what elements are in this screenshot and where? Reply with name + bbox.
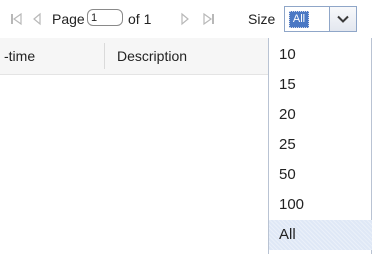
column-divider[interactable] [104,43,105,69]
column-header-time[interactable]: -time [4,38,35,74]
column-header-description[interactable]: Description [117,38,187,74]
previous-page-button[interactable] [29,9,45,29]
size-option-100[interactable]: 100 [269,190,372,220]
size-option-10[interactable]: 10 [269,40,372,70]
page-count-label: of 1 [128,11,152,27]
size-option-25[interactable]: 25 [269,130,372,160]
next-page-icon [181,12,189,26]
page-size-dropdown-list: 10 15 20 25 50 100 All [268,38,372,254]
next-page-button[interactable] [177,9,193,29]
chevron-down-icon [337,15,349,23]
size-label: Size [248,11,276,27]
size-option-50[interactable]: 50 [269,160,372,190]
last-page-button[interactable] [201,9,217,29]
previous-page-icon [33,12,41,26]
page-size-value: All [289,11,309,28]
page-size-select[interactable]: All [284,6,332,32]
page-size-dropdown-button[interactable] [329,6,357,32]
first-page-button[interactable] [8,9,24,29]
first-page-icon [11,12,22,26]
page-number-input[interactable]: 1 [87,9,123,26]
size-option-all[interactable]: All [269,220,372,250]
size-option-20[interactable]: 20 [269,100,372,130]
page-label: Page [52,11,85,27]
pager-toolbar: Page 1 of 1 Size All [0,0,372,38]
size-option-15[interactable]: 15 [269,70,372,100]
last-page-icon [203,12,214,26]
